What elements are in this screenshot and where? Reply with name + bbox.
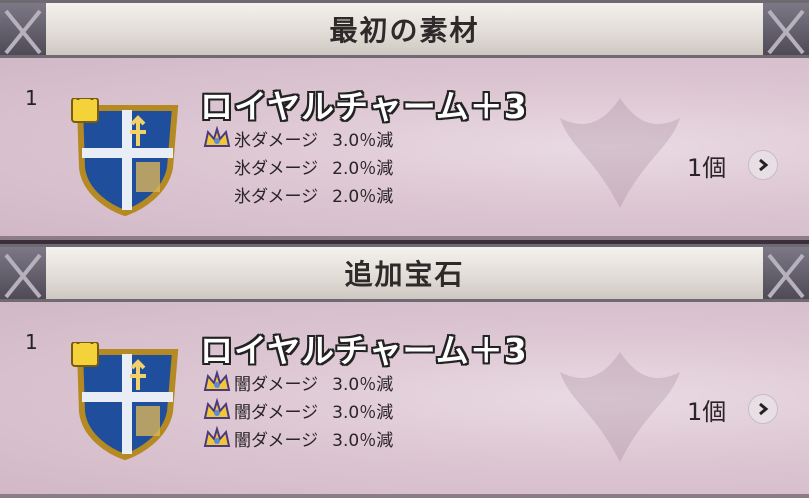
dragon-crest-decoration bbox=[560, 98, 680, 208]
effect-text: 氷ダメージ bbox=[234, 130, 319, 151]
header-corner-left bbox=[0, 3, 46, 55]
effect-text: 闇ダメージ bbox=[234, 374, 319, 395]
crown-icon bbox=[203, 426, 231, 447]
effect-line: 闇ダメージ 3.0％減 bbox=[202, 368, 393, 396]
effect-list: 闇ダメージ 3.0％減 闇ダメージ 3.0％減 闇ダメージ 3.0％減 bbox=[202, 368, 393, 452]
effect-line: 氷ダメージ 3.0％減 bbox=[202, 124, 393, 152]
crown-icon bbox=[203, 126, 231, 147]
header-corner-right bbox=[763, 247, 809, 299]
item-name: ロイヤルチャーム＋3 bbox=[200, 331, 528, 370]
effect-value: 2.0％減 bbox=[332, 158, 394, 179]
item-count: 1個 bbox=[687, 154, 727, 182]
section-header-initial-material: 最初の素材 bbox=[0, 0, 809, 58]
effect-value: 3.0％減 bbox=[332, 402, 394, 423]
effect-line: 氷ダメージ 2.0％減 bbox=[202, 180, 393, 208]
lock-icon bbox=[71, 342, 99, 367]
effect-line: 闇ダメージ 3.0％減 bbox=[202, 424, 393, 452]
effect-text: 闇ダメージ bbox=[234, 402, 319, 423]
royal-charm-shield-icon bbox=[71, 342, 179, 461]
effect-line: 氷ダメージ 2.0％減 bbox=[202, 152, 393, 180]
header-corner-right bbox=[763, 3, 809, 55]
lock-icon bbox=[71, 98, 99, 123]
chevron-right-icon bbox=[759, 402, 769, 416]
section-header-added-gem: 追加宝石 bbox=[0, 244, 809, 302]
royal-charm-shield-icon bbox=[71, 98, 179, 217]
effect-value: 3.0％減 bbox=[332, 374, 394, 395]
item-count: 1個 bbox=[687, 398, 727, 426]
chevron-right-icon bbox=[759, 158, 769, 172]
effect-value: 3.0％減 bbox=[332, 130, 394, 151]
row-index: 1 bbox=[25, 86, 38, 110]
effect-text: 闇ダメージ bbox=[234, 430, 319, 451]
detail-arrow-button[interactable] bbox=[748, 394, 778, 424]
effect-line: 闇ダメージ 3.0％減 bbox=[202, 396, 393, 424]
effect-list: 氷ダメージ 3.0％減 氷ダメージ 2.0％減 氷ダメージ 2.0％減 bbox=[202, 124, 393, 208]
detail-arrow-button[interactable] bbox=[748, 150, 778, 180]
effect-text: 氷ダメージ bbox=[234, 186, 319, 207]
crown-icon bbox=[203, 398, 231, 419]
effect-text: 氷ダメージ bbox=[234, 158, 319, 179]
effect-value: 3.0％減 bbox=[332, 430, 394, 451]
gem-row[interactable]: 1 ロイヤルチャーム＋3 闇ダメージ 3.0％減 闇ダメージ 3.0％減 闇ダメ… bbox=[0, 302, 809, 498]
dragon-crest-decoration bbox=[560, 352, 680, 462]
crown-icon bbox=[203, 370, 231, 391]
section-title: 最初の素材 bbox=[329, 14, 480, 47]
row-index: 1 bbox=[25, 330, 38, 354]
effect-value: 2.0％減 bbox=[332, 186, 394, 207]
header-corner-left bbox=[0, 247, 46, 299]
section-title: 追加宝石 bbox=[344, 258, 465, 291]
material-row[interactable]: 1 ロイヤルチャーム＋3 氷ダメージ 3.0％減 氷ダメージ 2.0％減 氷ダメ… bbox=[0, 58, 809, 240]
item-name: ロイヤルチャーム＋3 bbox=[200, 87, 528, 126]
